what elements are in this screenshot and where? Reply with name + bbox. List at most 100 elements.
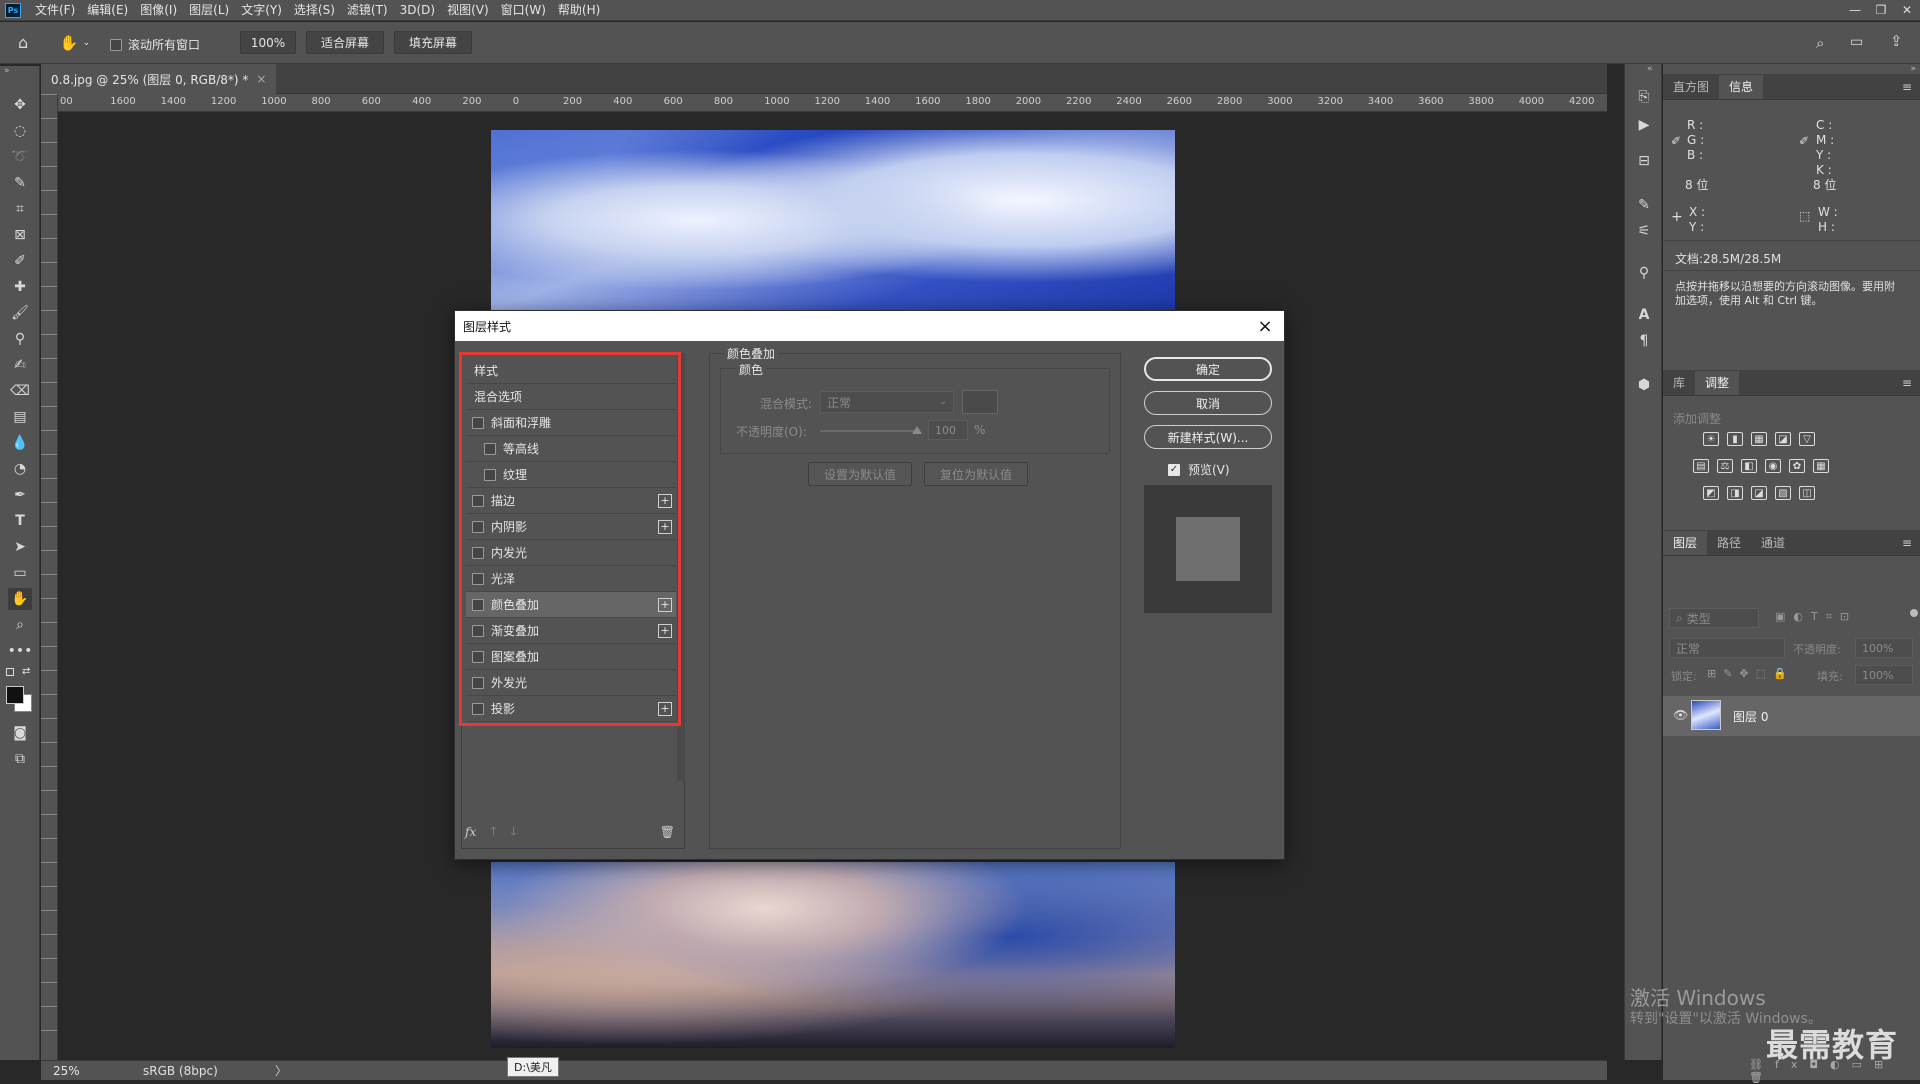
expand-toolbar-icon[interactable]: » — [4, 66, 10, 76]
more-tools-icon[interactable]: ••• — [8, 640, 33, 662]
screen-mode-icon[interactable]: ⧉ — [8, 748, 32, 770]
menu-item[interactable]: 编辑(E) — [81, 0, 134, 21]
style-checkbox[interactable] — [472, 572, 484, 585]
layer-blend-select[interactable]: 正常 — [1669, 638, 1785, 658]
tab-channels[interactable]: 通道 — [1751, 531, 1795, 555]
style-row[interactable]: 投影 + — [466, 696, 676, 722]
swap-colors-icon[interactable]: ⇄ — [22, 666, 30, 677]
crop-tool-icon[interactable]: ⌗ — [8, 198, 32, 220]
style-checkbox[interactable] — [472, 416, 484, 429]
trash-icon[interactable]: 🗑 — [660, 825, 675, 839]
adjustment-icon[interactable]: ⚖ — [1717, 459, 1733, 473]
quick-select-tool-icon[interactable]: ✎ — [8, 172, 32, 194]
close-window-icon[interactable]: ✕ — [1894, 3, 1920, 17]
share-icon[interactable]: ⇪ — [1890, 32, 1903, 50]
properties-panel-icon[interactable]: ⊟ — [1633, 150, 1655, 172]
add-style-instance-icon[interactable]: + — [658, 597, 672, 612]
restore-icon[interactable]: ❐ — [1868, 3, 1894, 17]
tab-libraries[interactable]: 库 — [1663, 371, 1695, 395]
fit-screen-button[interactable]: 适合屏幕 — [306, 31, 384, 54]
menu-item[interactable]: 帮助(H) — [552, 0, 606, 21]
adjustment-icon[interactable]: ✿ — [1789, 459, 1805, 473]
overlay-color-swatch[interactable] — [962, 390, 998, 414]
lock-icons[interactable]: ⊞✎✥⬚🔒 — [1707, 667, 1794, 680]
adjustment-icon[interactable]: ▦ — [1813, 459, 1829, 473]
pen-tool-icon[interactable]: ✒ — [8, 484, 32, 506]
tab-histogram[interactable]: 直方图 — [1663, 75, 1719, 99]
frame-tool-icon[interactable]: ⊠ — [8, 224, 32, 246]
style-row[interactable]: 光泽 — [466, 566, 676, 592]
brush-tool-icon[interactable]: 🖌 — [8, 302, 32, 324]
adjustment-icon[interactable]: ▤ — [1693, 459, 1709, 473]
adjustment-icon[interactable]: ◫ — [1799, 486, 1815, 500]
fx-menu-icon[interactable]: fx — [465, 825, 476, 839]
tab-layers[interactable]: 图层 — [1663, 531, 1708, 555]
blur-tool-icon[interactable]: 💧 — [8, 432, 32, 454]
3d-panel-icon[interactable]: ⬢ — [1633, 374, 1655, 396]
fill-field[interactable]: 100% — [1855, 665, 1913, 685]
layer-name[interactable]: 图层 0 — [1733, 708, 1768, 725]
style-checkbox[interactable] — [484, 442, 496, 455]
add-style-instance-icon[interactable]: + — [658, 493, 672, 508]
menu-item[interactable]: 选择(S) — [288, 0, 341, 21]
layer-row[interactable]: 👁 图层 0 — [1663, 696, 1920, 736]
healing-brush-tool-icon[interactable]: ✚ — [8, 276, 32, 298]
adjustment-icon[interactable]: ▧ — [1775, 486, 1791, 500]
search-icon[interactable]: ⌕ — [1816, 34, 1824, 52]
menu-item[interactable]: 滤镜(T) — [341, 0, 394, 21]
adjustment-icon[interactable]: ▽ — [1799, 432, 1815, 446]
tab-info[interactable]: 信息 — [1719, 75, 1764, 99]
layer-opacity-field[interactable]: 100% — [1855, 638, 1913, 658]
foreground-color-swatch[interactable] — [6, 686, 24, 704]
collapse-panels-icon[interactable]: « — [1647, 64, 1653, 74]
quick-mask-icon[interactable]: ◙ — [8, 722, 32, 744]
style-row[interactable]: 内阴影 + — [466, 514, 676, 540]
adjust-panel-menu-icon[interactable]: ≡ — [1902, 371, 1912, 395]
marquee-tool-icon[interactable]: ◌ — [8, 120, 32, 142]
adjustment-icon[interactable]: ◨ — [1727, 486, 1743, 500]
layer-visibility-eye-icon[interactable]: 👁 — [1673, 708, 1688, 722]
home-icon[interactable]: ⌂ — [18, 33, 28, 52]
set-default-button[interactable]: 设置为默认值 — [808, 462, 912, 486]
style-row[interactable]: 外发光 — [466, 670, 676, 696]
vertical-ruler[interactable] — [41, 94, 58, 1060]
style-checkbox[interactable] — [472, 702, 484, 715]
move-down-icon[interactable]: 🡓 — [510, 822, 516, 843]
style-list-scrollbar[interactable] — [677, 353, 685, 781]
style-row[interactable]: 样式 — [466, 358, 676, 384]
gradient-tool-icon[interactable]: ▤ — [8, 406, 32, 428]
new-style-button[interactable]: 新建样式(W)... — [1144, 425, 1272, 449]
blend-mode-select[interactable]: 正常 ⌄ — [820, 391, 954, 413]
opacity-field[interactable]: 100 — [928, 420, 968, 440]
filter-toggle-icon[interactable] — [1910, 609, 1918, 617]
adjustment-icon[interactable]: ◧ — [1741, 459, 1757, 473]
adjustment-icon[interactable]: ▦ — [1751, 432, 1767, 446]
style-row[interactable]: 渐变叠加 + — [466, 618, 676, 644]
style-checkbox[interactable] — [472, 676, 484, 689]
menu-item[interactable]: 3D(D) — [394, 0, 441, 21]
style-checkbox[interactable] — [472, 494, 484, 507]
horizontal-ruler[interactable]: 00 1600 1400 1200 1000 800 600 400 200 0 200 400 600… — [58, 94, 1607, 112]
adjustment-icon[interactable]: ◉ — [1765, 459, 1781, 473]
type-tool-icon[interactable]: T — [8, 510, 32, 532]
default-colors-icon[interactable] — [6, 668, 14, 676]
preview-checkbox[interactable]: ✓ — [1168, 463, 1180, 476]
style-row[interactable]: 颜色叠加 + — [466, 592, 676, 618]
tab-adjustments[interactable]: 调整 — [1695, 371, 1740, 395]
hand-tool-icon[interactable]: ✋ — [8, 588, 32, 610]
status-zoom[interactable]: 25% — [53, 1064, 143, 1078]
path-select-tool-icon[interactable]: ➤ — [8, 536, 32, 558]
move-up-icon[interactable]: 🡑 — [490, 822, 496, 843]
eraser-tool-icon[interactable]: ⌫ — [8, 380, 32, 402]
character-panel-icon[interactable]: A — [1633, 304, 1655, 326]
clone-source-icon[interactable]: ⚲ — [1633, 262, 1655, 284]
style-checkbox[interactable] — [472, 624, 484, 637]
rectangle-tool-icon[interactable]: ▭ — [8, 562, 32, 584]
paragraph-panel-icon[interactable]: ¶ — [1633, 330, 1655, 352]
style-checkbox[interactable] — [484, 468, 496, 481]
opacity-slider-handle[interactable] — [912, 426, 922, 434]
brushes-panel-icon[interactable]: ⚟ — [1633, 220, 1655, 242]
scroll-all-windows-option[interactable]: 滚动所有窗口 — [110, 36, 200, 53]
eyedropper-tool-icon[interactable]: ✐ — [8, 250, 32, 272]
hand-tool-preset-icon[interactable]: ✋ ⌄ — [52, 30, 98, 56]
